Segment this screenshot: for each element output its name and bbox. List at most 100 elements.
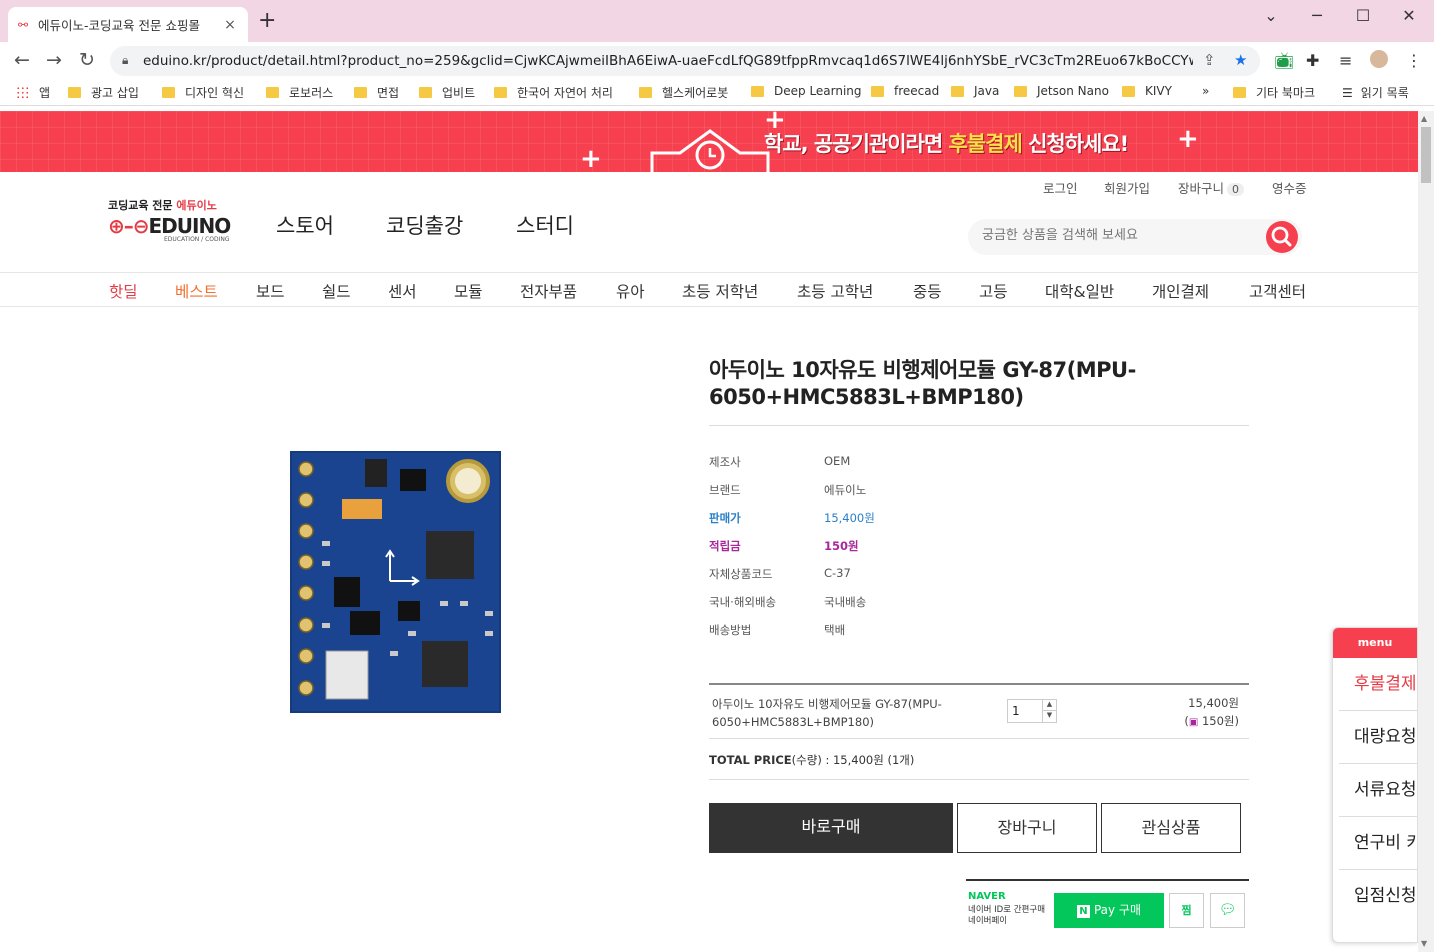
promo-banner[interactable]: + + + 학교, 공공기관이라면 후불결제 신청하세요! bbox=[0, 111, 1418, 172]
category-hotdeal[interactable]: 핫딜 bbox=[109, 280, 138, 302]
buy-now-button[interactable]: 바로구매 bbox=[709, 803, 953, 853]
scroll-up-icon[interactable]: ▲ bbox=[1421, 114, 1427, 123]
page-scrollbar[interactable]: ▲ ▼ bbox=[1418, 111, 1434, 952]
bookmark-folder[interactable]: 디자인 혁신 bbox=[162, 84, 244, 101]
quick-menu-item-deferred-payment[interactable]: 후불결제 bbox=[1339, 658, 1417, 711]
url-text[interactable]: eduino.kr/product/detail.html?product_no… bbox=[143, 53, 1193, 69]
address-bar[interactable]: 🔒︎ eduino.kr/product/detail.html?product… bbox=[110, 46, 1260, 76]
category-high[interactable]: 고등 bbox=[979, 280, 1008, 302]
category-best[interactable]: 베스트 bbox=[175, 280, 218, 302]
bookmarks-bar: 앱 광고 삽입 디자인 혁신 로보러스 면접 업비트 한국어 자연어 처리 헬스… bbox=[0, 78, 1434, 106]
nav-coding-lecture[interactable]: 코딩출강 bbox=[386, 210, 463, 240]
nav-store[interactable]: 스토어 bbox=[276, 210, 334, 240]
reading-list-icon: ☰ bbox=[1342, 85, 1353, 100]
reading-list[interactable]: ☰ 읽기 목록 bbox=[1342, 84, 1409, 101]
bookmark-folder[interactable]: Jetson Nano bbox=[1014, 84, 1109, 98]
option-price: 15,400원 bbox=[1188, 696, 1239, 710]
bookmark-folder[interactable]: 면접 bbox=[354, 84, 399, 101]
bookmark-folder[interactable]: KIVY bbox=[1122, 84, 1172, 98]
bookmark-folder[interactable]: 헬스케어로봇 bbox=[639, 84, 728, 101]
category-university[interactable]: 대학&일반 bbox=[1045, 280, 1114, 302]
other-bookmarks[interactable]: 기타 북마크 bbox=[1233, 84, 1315, 101]
quantity-down-icon[interactable]: ▼ bbox=[1042, 711, 1056, 722]
category-customer-center[interactable]: 고객센터 bbox=[1249, 280, 1306, 302]
media-control-icon[interactable]: ≡ bbox=[1339, 51, 1352, 70]
share-icon[interactable]: ⇪ bbox=[1203, 51, 1216, 69]
bookmark-folder[interactable]: Java bbox=[951, 84, 999, 98]
search-button[interactable] bbox=[1266, 221, 1298, 253]
quick-menu-item-vendor-apply[interactable]: 입점신청 bbox=[1339, 870, 1417, 923]
reload-icon[interactable]: ↻ bbox=[75, 49, 99, 71]
cart-count-badge: 0 bbox=[1227, 183, 1245, 196]
naver-pay-box: NAVER 네이버 ID로 간편구매 네이버페이 N Pay 구매 찜 💬︎ bbox=[966, 879, 1249, 952]
extension-tv-icon[interactable]: 📺︎ bbox=[1274, 51, 1294, 70]
naver-pay-button[interactable]: N Pay 구매 bbox=[1054, 893, 1164, 928]
bookmark-folder[interactable]: 한국어 자연어 처리 bbox=[494, 84, 613, 101]
cart-link[interactable]: 장바구니 0 bbox=[1178, 178, 1245, 197]
wishlist-button[interactable]: 관심상품 bbox=[1101, 803, 1241, 853]
plus-decoration-icon: + bbox=[1177, 124, 1199, 154]
product-image[interactable] bbox=[290, 451, 501, 713]
bookmark-folder[interactable]: 업비트 bbox=[419, 84, 475, 101]
new-tab-button[interactable]: + bbox=[258, 10, 276, 32]
quick-menu-item-bulk-request[interactable]: 대량요청 bbox=[1339, 711, 1417, 764]
lock-icon[interactable]: 🔒︎ bbox=[122, 53, 128, 68]
profile-avatar[interactable] bbox=[1370, 50, 1388, 68]
nav-study[interactable]: 스터디 bbox=[516, 210, 574, 240]
category-module[interactable]: 모듈 bbox=[454, 280, 483, 302]
naver-talk-icon[interactable]: 💬︎ bbox=[1210, 893, 1245, 928]
option-name: 아두이노 10자유도 비행제어모듈 GY-87(MPU-6050+HMC5883… bbox=[712, 697, 942, 729]
bookmark-folder[interactable]: freecad bbox=[871, 84, 939, 98]
folder-icon bbox=[1014, 85, 1027, 97]
quantity-stepper[interactable]: 1 ▲ ▼ bbox=[1007, 699, 1057, 723]
quick-menu-item-document-request[interactable]: 서류요청 bbox=[1339, 764, 1417, 817]
category-elementary-upper[interactable]: 초등 고학년 bbox=[797, 280, 873, 302]
spec-value: 택배 bbox=[824, 623, 846, 637]
quantity-value[interactable]: 1 bbox=[1012, 704, 1020, 718]
bookmark-folder[interactable]: Deep Learning bbox=[751, 84, 862, 98]
close-window-button[interactable]: ✕ bbox=[1386, 6, 1432, 25]
category-components[interactable]: 전자부품 bbox=[520, 280, 577, 302]
quick-menu-header: menu bbox=[1333, 628, 1417, 658]
back-arrow-icon[interactable]: ← bbox=[10, 49, 34, 71]
quick-menu-item-research-card[interactable]: 연구비 카드 bbox=[1339, 817, 1417, 870]
spec-label: 브랜드 bbox=[709, 483, 741, 497]
tab-search-icon[interactable]: ⌄ bbox=[1248, 6, 1294, 25]
site-logo[interactable]: 코딩교육 전문 에듀이노 ⊕–⊖EDUINO EDUCATION / CODIN… bbox=[108, 197, 238, 247]
scroll-thumb[interactable] bbox=[1421, 127, 1431, 183]
login-link[interactable]: 로그인 bbox=[1043, 178, 1078, 197]
bookmark-apps[interactable]: 앱 bbox=[16, 84, 50, 101]
receipt-link[interactable]: 영수증 bbox=[1272, 178, 1307, 197]
browser-tab[interactable]: ⚯ 에듀이노-코딩교육 전문 쇼핑몰 × bbox=[8, 7, 248, 42]
category-personal-payment[interactable]: 개인결제 bbox=[1152, 280, 1209, 302]
tab-close-icon[interactable]: × bbox=[222, 17, 238, 33]
folder-icon bbox=[1122, 85, 1135, 97]
category-sensor[interactable]: 센서 bbox=[388, 280, 417, 302]
bookmark-folder[interactable]: 광고 삽입 bbox=[68, 84, 139, 101]
maximize-button[interactable]: ☐ bbox=[1340, 6, 1386, 25]
quick-menu: menu 후불결제 대량요청 서류요청 연구비 카드 입점신청 bbox=[1332, 627, 1418, 943]
bookmarks-overflow-button[interactable]: » bbox=[1202, 84, 1209, 98]
search-input[interactable] bbox=[982, 228, 1262, 243]
add-to-cart-button[interactable]: 장바구니 bbox=[957, 803, 1097, 853]
minimize-button[interactable]: ─ bbox=[1294, 6, 1340, 25]
folder-icon bbox=[1233, 87, 1246, 98]
join-link[interactable]: 회원가입 bbox=[1104, 178, 1150, 197]
bookmark-folder[interactable]: 로보러스 bbox=[266, 84, 333, 101]
category-shield[interactable]: 쉴드 bbox=[322, 280, 351, 302]
category-elementary-lower[interactable]: 초등 저학년 bbox=[682, 280, 758, 302]
forward-arrow-icon[interactable]: → bbox=[42, 49, 66, 71]
category-kids[interactable]: 유아 bbox=[616, 280, 645, 302]
bookmark-star-icon[interactable]: ★ bbox=[1234, 51, 1247, 69]
naver-wish-button[interactable]: 찜 bbox=[1169, 893, 1204, 928]
category-middle[interactable]: 중등 bbox=[913, 280, 942, 302]
scroll-down-icon[interactable]: ▼ bbox=[1421, 939, 1427, 948]
extensions-puzzle-icon[interactable]: ✚ bbox=[1306, 51, 1319, 70]
more-menu-icon[interactable]: ⋮ bbox=[1406, 51, 1422, 70]
category-nav: 핫딜 베스트 보드 쉴드 센서 모듈 전자부품 유아 초등 저학년 초등 고학년… bbox=[0, 272, 1418, 307]
spec-label: 제조사 bbox=[709, 455, 741, 469]
quantity-up-icon[interactable]: ▲ bbox=[1042, 700, 1056, 711]
plus-decoration-icon: + bbox=[580, 144, 602, 174]
folder-icon bbox=[266, 87, 279, 98]
category-board[interactable]: 보드 bbox=[256, 280, 285, 302]
